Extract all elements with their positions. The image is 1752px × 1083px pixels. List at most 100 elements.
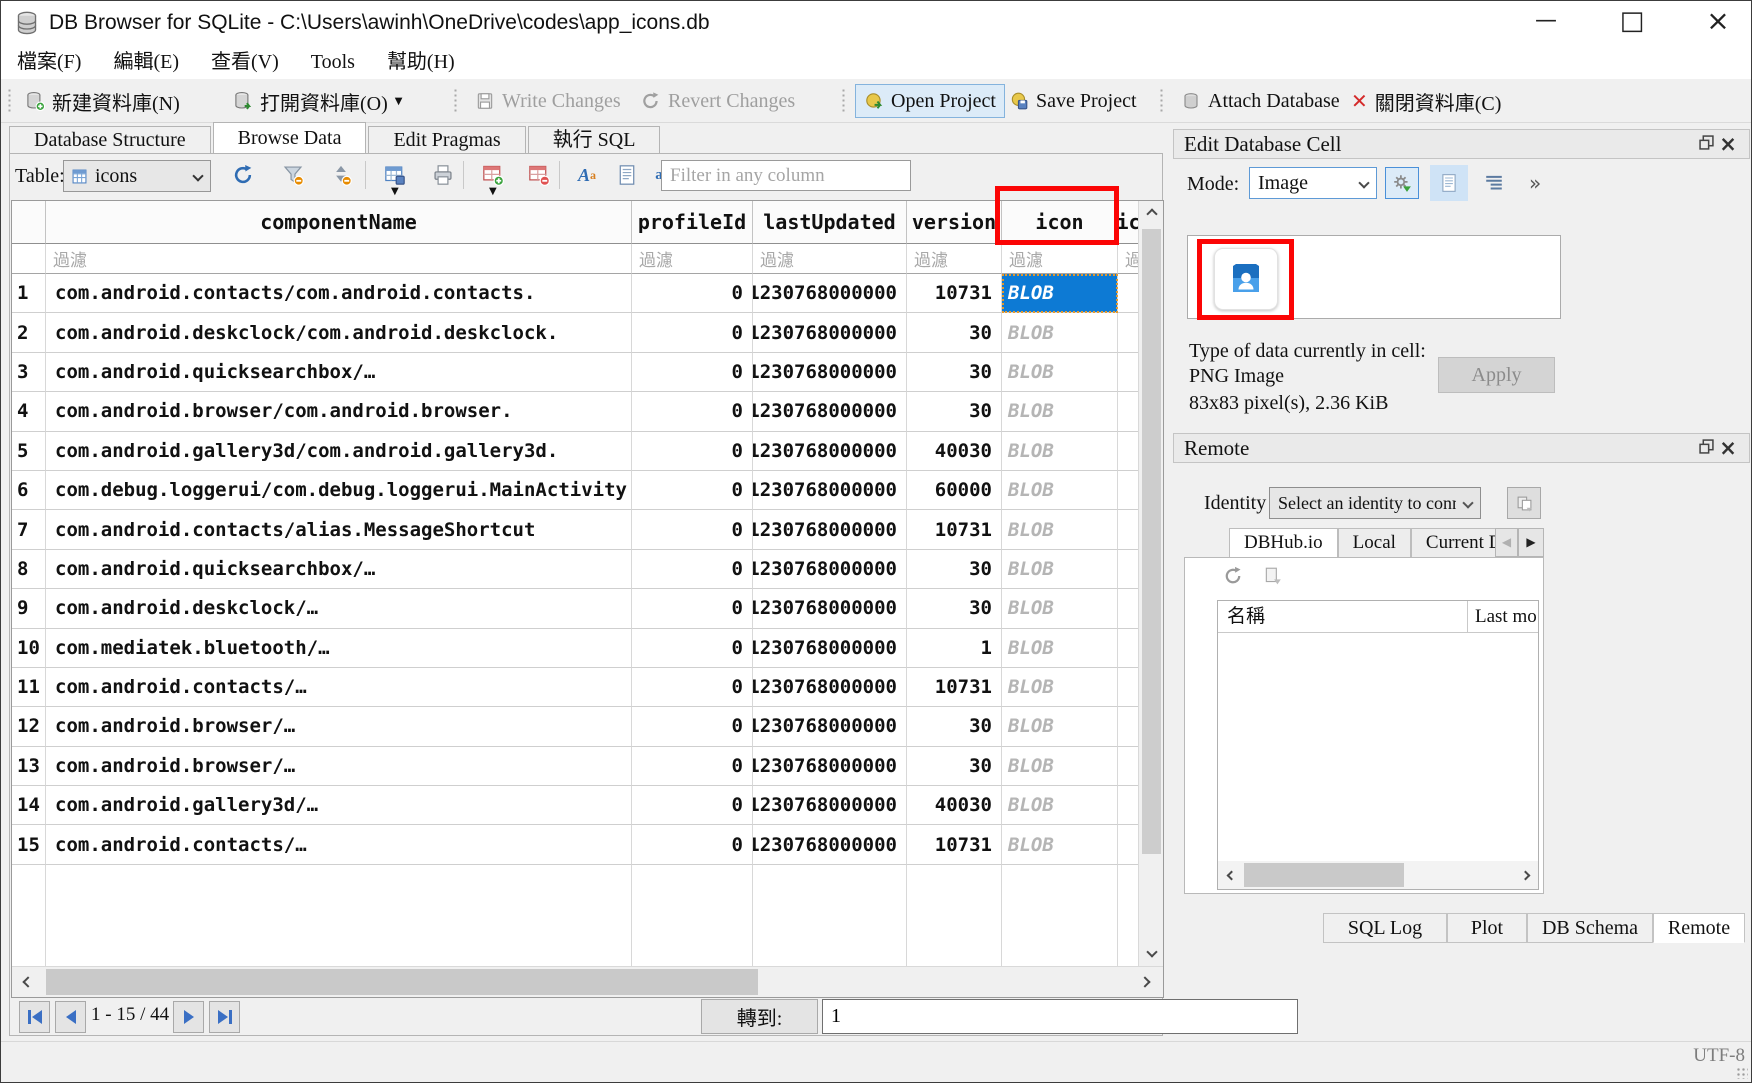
cell-componentName[interactable]: com.android.browser/… xyxy=(46,747,632,786)
float-panel-icon[interactable] xyxy=(1695,134,1717,155)
tab-執行-sql[interactable]: 執行 SQL xyxy=(528,126,661,153)
menu-item[interactable]: 檔案(F) xyxy=(1,46,97,78)
row-number[interactable]: 8 xyxy=(12,550,46,589)
menu-item[interactable]: 編輯(E) xyxy=(97,46,195,78)
cell-componentName[interactable]: com.android.contacts/… xyxy=(46,668,632,707)
row-number[interactable]: 14 xyxy=(12,786,46,825)
font-format-button[interactable]: Aa xyxy=(573,161,601,189)
cell-icon-blob[interactable]: BLOB xyxy=(1002,353,1118,392)
row-number[interactable]: 3 xyxy=(12,353,46,392)
filter-cell-profileId[interactable]: 過濾 xyxy=(632,244,753,274)
print-button[interactable] xyxy=(429,161,457,189)
last-page-button[interactable] xyxy=(209,1001,240,1033)
scroll-left-icon[interactable] xyxy=(16,967,40,997)
remote-clone-button[interactable] xyxy=(1263,566,1283,591)
cell-partial[interactable] xyxy=(1118,392,1139,431)
cell-profileId[interactable]: 0 xyxy=(632,786,753,825)
toolbar-handle[interactable] xyxy=(7,88,12,114)
cell-lastUpdated[interactable]: 1230768000000 xyxy=(753,629,907,668)
tab-database-structure[interactable]: Database Structure xyxy=(9,126,211,153)
vertical-scrollbar[interactable] xyxy=(1138,201,1163,967)
row-number[interactable]: 15 xyxy=(12,825,46,864)
cell-version[interactable]: 30 xyxy=(907,353,1002,392)
cell-partial[interactable] xyxy=(1118,510,1139,549)
cell-lastUpdated[interactable]: 1230768000000 xyxy=(753,471,907,510)
cell-icon-blob[interactable]: BLOB xyxy=(1002,707,1118,746)
cell-profileId[interactable]: 0 xyxy=(632,629,753,668)
toolbar-overflow-button[interactable]: » xyxy=(1529,171,1541,195)
cell-icon-blob[interactable]: BLOB xyxy=(1002,629,1118,668)
row-number[interactable]: 10 xyxy=(12,629,46,668)
vertical-scrollbar-thumb[interactable] xyxy=(1142,229,1161,854)
delete-record-button[interactable] xyxy=(525,161,553,189)
open-database-button[interactable]: 打開資料庫(O) ▼ xyxy=(225,84,410,118)
cell-partial[interactable] xyxy=(1118,825,1139,864)
scroll-right-icon[interactable] xyxy=(1133,967,1157,997)
cell-profileId[interactable]: 0 xyxy=(632,313,753,352)
cell-icon-blob[interactable]: BLOB xyxy=(1002,274,1118,313)
row-number[interactable]: 6 xyxy=(12,471,46,510)
filter-cell-lastUpdated[interactable]: 過濾 xyxy=(753,244,907,274)
cell-partial[interactable] xyxy=(1118,274,1139,313)
cell-version[interactable]: 10731 xyxy=(907,274,1002,313)
remote-column-name[interactable]: 名稱 xyxy=(1218,601,1468,632)
row-number[interactable]: 11 xyxy=(12,668,46,707)
cell-icon-blob[interactable]: BLOB xyxy=(1002,589,1118,628)
cell-lastUpdated[interactable]: 1230768000000 xyxy=(753,353,907,392)
cell-profileId[interactable]: 0 xyxy=(632,471,753,510)
tab-scroll-right-button[interactable]: ▶ xyxy=(1518,528,1544,557)
tab-edit-pragmas[interactable]: Edit Pragmas xyxy=(368,126,525,153)
cell-icon-blob[interactable]: BLOB xyxy=(1002,786,1118,825)
cell-profileId[interactable]: 0 xyxy=(632,747,753,786)
cell-componentName[interactable]: com.android.quicksearchbox/… xyxy=(46,550,632,589)
cell-componentName[interactable]: com.android.deskclock/… xyxy=(46,589,632,628)
remote-tab-dbhub-io[interactable]: DBHub.io xyxy=(1229,528,1338,557)
cell-icon-blob[interactable]: BLOB xyxy=(1002,747,1118,786)
cell-version[interactable]: 30 xyxy=(907,392,1002,431)
cell-version[interactable]: 40030 xyxy=(907,432,1002,471)
cell-version[interactable]: 30 xyxy=(907,707,1002,746)
cell-lastUpdated[interactable]: 1230768000000 xyxy=(753,313,907,352)
dock-tab-sql-log[interactable]: SQL Log xyxy=(1323,913,1447,943)
cell-partial[interactable] xyxy=(1118,589,1139,628)
cell-version[interactable]: 10731 xyxy=(907,668,1002,707)
scroll-right-icon[interactable] xyxy=(1514,861,1536,889)
column-header-ic[interactable]: ic xyxy=(1118,201,1139,244)
clear-filters-button[interactable] xyxy=(279,161,307,189)
cell-partial[interactable] xyxy=(1118,786,1139,825)
table-selector-dropdown[interactable]: icons xyxy=(63,160,211,192)
column-header-profileId[interactable]: profileId xyxy=(632,201,753,244)
filter-any-column-input[interactable] xyxy=(661,160,911,191)
text-view-button[interactable] xyxy=(1430,165,1468,201)
cell-partial[interactable] xyxy=(1118,432,1139,471)
cell-lastUpdated[interactable]: 1230768000000 xyxy=(753,786,907,825)
horizontal-scrollbar-thumb[interactable] xyxy=(46,969,758,995)
apply-button[interactable]: Apply xyxy=(1438,357,1555,393)
attach-database-button[interactable]: Attach Database xyxy=(1173,84,1348,118)
cell-partial[interactable] xyxy=(1118,471,1139,510)
cell-lastUpdated[interactable]: 1230768000000 xyxy=(753,392,907,431)
cell-version[interactable]: 30 xyxy=(907,313,1002,352)
row-number[interactable]: 7 xyxy=(12,510,46,549)
write-changes-button[interactable]: Write Changes xyxy=(467,84,629,118)
cell-componentName[interactable]: com.android.contacts/alias.MessageShortc… xyxy=(46,510,632,549)
cell-lastUpdated[interactable]: 1230768000000 xyxy=(753,274,907,313)
cell-componentName[interactable]: com.mediatek.bluetooth/… xyxy=(46,629,632,668)
cell-lastUpdated[interactable]: 1230768000000 xyxy=(753,707,907,746)
dock-tab-db-schema[interactable]: DB Schema xyxy=(1527,913,1653,943)
cell-icon-blob[interactable]: BLOB xyxy=(1002,313,1118,352)
row-number[interactable]: 4 xyxy=(12,392,46,431)
cell-version[interactable]: 10731 xyxy=(907,510,1002,549)
filter-cell-version[interactable]: 過濾 xyxy=(907,244,1002,274)
cell-icon-blob[interactable]: BLOB xyxy=(1002,550,1118,589)
menu-item[interactable]: 查看(V) xyxy=(195,46,295,78)
maximize-button[interactable]: □ xyxy=(1609,1,1655,41)
save-results-button[interactable]: ▼ xyxy=(381,161,409,189)
row-number[interactable]: 9 xyxy=(12,589,46,628)
cell-profileId[interactable]: 0 xyxy=(632,432,753,471)
resize-grip[interactable] xyxy=(1736,1067,1748,1079)
save-project-button[interactable]: Save Project xyxy=(1001,84,1145,118)
row-number[interactable]: 5 xyxy=(12,432,46,471)
refresh-button[interactable] xyxy=(229,161,257,189)
close-button[interactable]: × xyxy=(1695,1,1741,41)
